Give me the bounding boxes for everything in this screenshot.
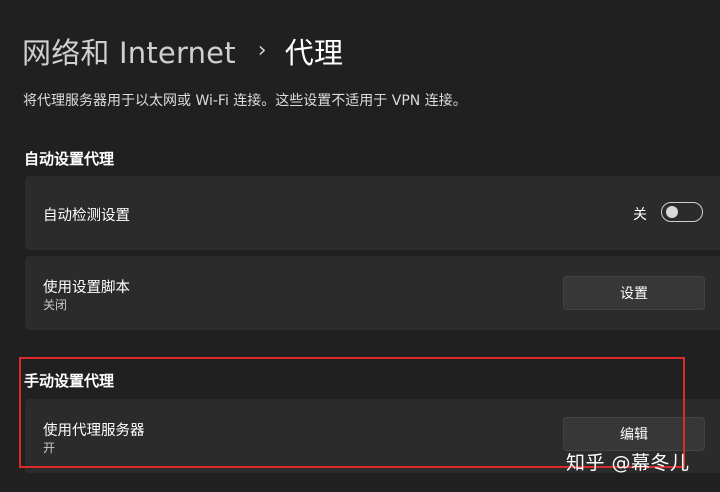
toggle-knob: [666, 206, 678, 218]
watermark: 知乎 @幕冬儿: [566, 452, 690, 474]
auto-detect-toggle[interactable]: [661, 202, 703, 222]
setup-script-label: 使用设置脚本: [43, 280, 130, 296]
page-description: 将代理服务器用于以太网或 Wi-Fi 连接。这些设置不适用于 VPN 连接。: [23, 93, 467, 109]
proxy-server-status: 开: [43, 441, 56, 455]
setup-script-status: 关闭: [43, 298, 68, 312]
chevron-right-icon: ›: [257, 37, 267, 63]
edit-proxy-button[interactable]: 编辑: [563, 417, 705, 451]
breadcrumb: 网络和 Internet › 代理: [22, 28, 343, 74]
section-title-auto-proxy: 自动设置代理: [24, 150, 115, 168]
section-title-manual-proxy: 手动设置代理: [24, 372, 115, 390]
auto-detect-state-label: 关: [633, 207, 647, 223]
proxy-server-label: 使用代理服务器: [43, 423, 145, 439]
setup-script-card: 使用设置脚本 关闭 设置: [25, 256, 720, 330]
auto-detect-label: 自动检测设置: [43, 208, 130, 224]
setup-script-button[interactable]: 设置: [563, 276, 705, 310]
page-title: 代理: [284, 36, 344, 70]
auto-detect-card: 自动检测设置 关: [25, 176, 720, 250]
breadcrumb-parent-link[interactable]: 网络和 Internet: [22, 30, 236, 72]
